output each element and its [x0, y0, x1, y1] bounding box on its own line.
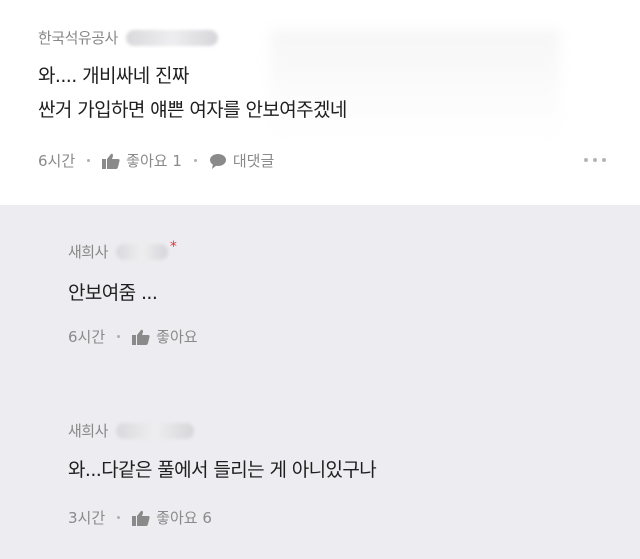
blurred-author-suffix — [125, 29, 218, 46]
comment-time: 6시간 — [38, 152, 76, 170]
thumbs-up-icon[interactable] — [102, 153, 120, 169]
like-button[interactable]: 좋아요 — [156, 326, 197, 347]
comment-text-line-2: 싼거 가입하면 얘쁜 여자를 안보여주겠네 — [38, 99, 347, 121]
reply-time: 3시간 — [68, 509, 106, 527]
author-name[interactable]: 새희사 — [68, 420, 108, 441]
separator-dot — [193, 159, 197, 162]
reply-list: 새희사 * 안보여줌 ... 6시간 좋아요 새희사 와...다같은 풀에서 들… — [0, 205, 640, 559]
author-badge-icon: * — [169, 238, 177, 255]
reply-meta: 3시간 좋아요 6 — [68, 507, 212, 528]
author-name[interactable]: 한국석유공사 — [38, 27, 118, 48]
reply-text: 안보여줌 ... — [68, 282, 158, 304]
blurred-author-suffix — [115, 422, 194, 439]
reply-author[interactable]: 새희사 * — [68, 238, 177, 262]
thumbs-up-icon[interactable] — [132, 329, 150, 345]
reply-author[interactable]: 새희사 — [68, 420, 194, 441]
reply-text: 와...다같은 풀에서 들리는 게 아니있구나 — [68, 459, 377, 481]
top-comment: 한국석유공사 와.... 개비싸네 진짜 싼거 가입하면 얘쁜 여자를 안보여주… — [0, 0, 640, 205]
comment-author[interactable]: 한국석유공사 — [38, 27, 218, 48]
thumbs-up-icon[interactable] — [132, 510, 150, 526]
like-button[interactable]: 좋아요 1 — [126, 150, 182, 171]
author-name[interactable]: 새희사 — [68, 241, 108, 262]
reply-time: 6시간 — [68, 328, 106, 346]
speech-bubble-icon[interactable] — [209, 153, 227, 169]
more-dots-icon[interactable] — [584, 158, 606, 162]
separator-dot — [117, 335, 121, 338]
comment-text-line-1: 와.... 개비싸네 진짜 — [38, 65, 189, 87]
reply-meta: 6시간 좋아요 — [68, 326, 198, 347]
reply-button[interactable]: 대댓글 — [233, 150, 274, 171]
separator-dot — [117, 516, 121, 519]
separator-dot — [87, 159, 91, 162]
comment-meta: 6시간 좋아요 1 대댓글 — [38, 150, 274, 171]
blurred-author-suffix — [115, 243, 168, 260]
like-button[interactable]: 좋아요 6 — [156, 507, 212, 528]
